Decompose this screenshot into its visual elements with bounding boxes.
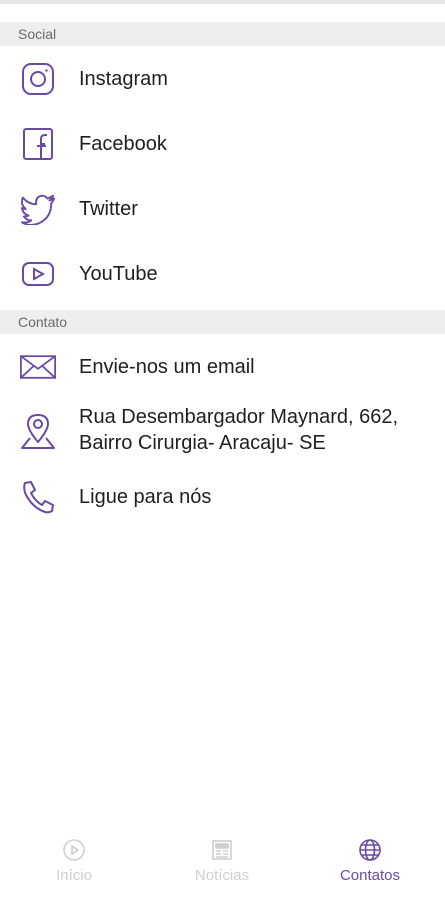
facebook-label: Facebook bbox=[79, 133, 167, 155]
phone-icon bbox=[20, 479, 56, 515]
phone-label: Ligue para nós bbox=[79, 486, 212, 508]
tab-contatos[interactable]: Contatos bbox=[310, 838, 430, 884]
globe-icon bbox=[358, 838, 382, 862]
newspaper-icon bbox=[210, 838, 234, 862]
top-divider bbox=[0, 0, 445, 4]
tab-contatos-label: Contatos bbox=[339, 867, 401, 884]
email-label: Envie-nos um email bbox=[79, 356, 255, 378]
tab-inicio-label: Início bbox=[56, 867, 92, 884]
address-link[interactable]: Rua Desembargador Maynard, 662, Bairro C… bbox=[0, 404, 445, 458]
facebook-icon bbox=[20, 126, 56, 162]
twitter-link[interactable]: Twitter bbox=[0, 188, 445, 230]
envelope-icon bbox=[20, 349, 56, 385]
phone-link[interactable]: Ligue para nós bbox=[0, 476, 445, 518]
instagram-icon bbox=[20, 61, 56, 97]
youtube-link[interactable]: YouTube bbox=[0, 253, 445, 295]
instagram-label: Instagram bbox=[79, 68, 168, 90]
tab-noticias-label: Notícias bbox=[194, 867, 250, 884]
address-label: Rua Desembargador Maynard, 662, Bairro C… bbox=[79, 406, 399, 454]
instagram-link[interactable]: Instagram bbox=[0, 58, 445, 100]
email-link[interactable]: Envie-nos um email bbox=[0, 346, 445, 388]
section-header-social: Social bbox=[0, 22, 445, 46]
tab-noticias[interactable]: Notícias bbox=[162, 838, 282, 884]
facebook-link[interactable]: Facebook bbox=[0, 123, 445, 165]
tab-inicio[interactable]: Início bbox=[14, 838, 134, 884]
twitter-label: Twitter bbox=[79, 198, 138, 220]
youtube-icon bbox=[20, 256, 56, 292]
section-header-contato: Contato bbox=[0, 310, 445, 334]
youtube-label: YouTube bbox=[79, 263, 158, 285]
twitter-icon bbox=[20, 191, 56, 227]
bottom-tab-bar: Início Notícias Contatos bbox=[0, 820, 445, 900]
location-pin-icon bbox=[20, 413, 56, 449]
play-circle-icon bbox=[62, 838, 86, 862]
